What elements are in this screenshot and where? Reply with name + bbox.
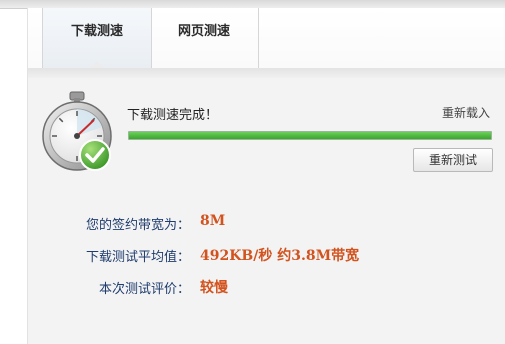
tab-bar: 下载测速 网页测速 bbox=[28, 8, 505, 69]
progress-fill bbox=[129, 132, 491, 139]
retest-button[interactable]: 重新测试 bbox=[413, 148, 493, 172]
bandwidth-label: 您的签约带宽为： bbox=[85, 218, 190, 233]
speed-test-panel: 下载测速 网页测速 下载测速完成！ 重新载入 重新测试 您的签约带宽为： 8M … bbox=[27, 8, 505, 344]
reload-link[interactable]: 重新载入 bbox=[442, 104, 490, 121]
rating-label: 本次测试评价： bbox=[98, 282, 190, 297]
average-value: 492KB/秒 约3.8M带宽 bbox=[200, 248, 360, 264]
bandwidth-value: 8M bbox=[200, 213, 226, 229]
tab-label: 网页测速 bbox=[177, 24, 230, 39]
rating-value: 较慢 bbox=[200, 280, 228, 296]
status-title: 下载测速完成！ bbox=[127, 108, 219, 123]
tab-label: 下载测速 bbox=[70, 24, 123, 39]
tab-web-speed[interactable]: 网页测速 bbox=[150, 8, 259, 68]
header-stripe bbox=[28, 68, 505, 78]
check-icon bbox=[78, 138, 112, 172]
average-label: 下载测试平均值： bbox=[85, 250, 190, 265]
tab-download-speed[interactable]: 下载测速 bbox=[42, 8, 152, 69]
progress-bar bbox=[128, 131, 492, 140]
